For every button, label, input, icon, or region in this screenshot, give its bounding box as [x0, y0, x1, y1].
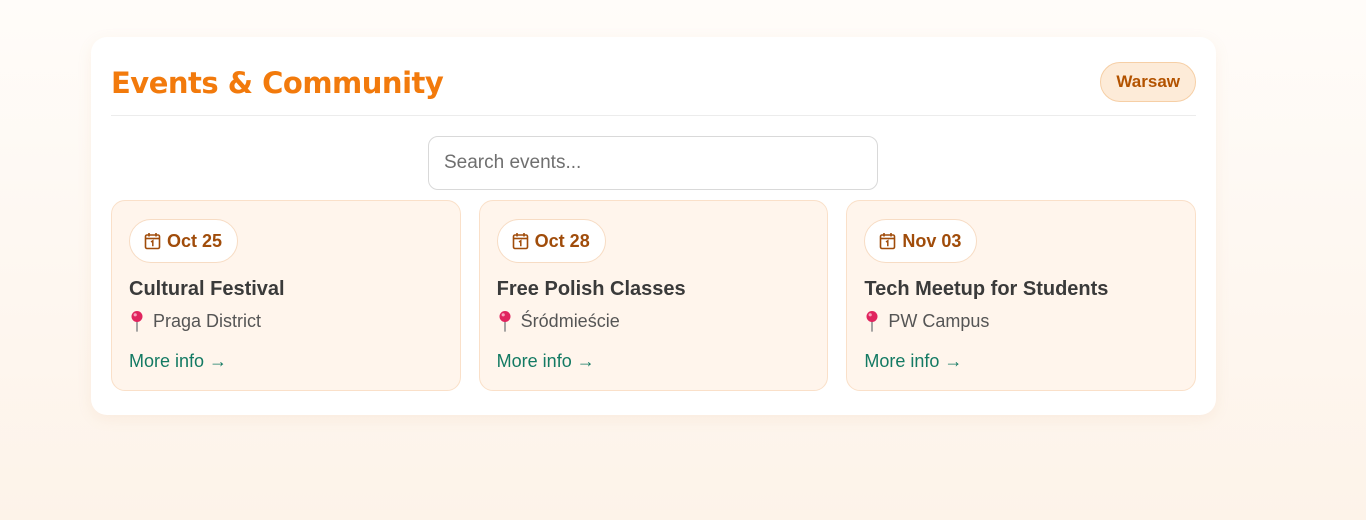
round-pushpin-icon: [866, 311, 878, 332]
event-card: Oct 25 Cultural Festival Praga District …: [111, 200, 461, 391]
event-title: Tech Meetup for Students: [864, 278, 1109, 300]
date-chip: Nov 03: [864, 219, 978, 263]
page-title: Events & Community: [111, 66, 444, 100]
round-pushpin-icon: [131, 311, 143, 332]
more-info-link[interactable]: More info →: [129, 351, 227, 372]
calendar-icon: [144, 233, 161, 250]
event-location: PW Campus: [864, 310, 989, 332]
event-date: Oct 28: [534, 230, 590, 251]
event-location-label: PW Campus: [888, 310, 990, 331]
event-date: Nov 03: [902, 230, 962, 251]
event-title: Free Polish Classes: [496, 278, 686, 300]
city-badge[interactable]: Warsaw: [1100, 62, 1196, 102]
event-cards: Oct 25 Cultural Festival Praga District …: [111, 200, 1197, 391]
panel-header: Events & Community Warsaw: [111, 37, 1196, 116]
events-panel: Events & Community Warsaw Oct 25 Cultura…: [91, 37, 1216, 415]
event-card: Oct 28 Free Polish Classes Śródmieście M…: [478, 200, 829, 391]
more-info-link[interactable]: More info →: [864, 351, 962, 372]
event-location: Śródmieście: [497, 310, 620, 332]
calendar-icon: [880, 233, 896, 250]
round-pushpin-icon: [499, 311, 511, 332]
date-chip: Oct 28: [496, 219, 606, 263]
event-location-label: Praga District: [153, 310, 262, 331]
calendar-icon: [512, 233, 528, 250]
event-location: Praga District: [129, 310, 261, 332]
event-date: Oct 25: [167, 230, 223, 251]
event-card: Nov 03 Tech Meetup for Students PW Campu…: [846, 200, 1197, 391]
date-chip: Oct 25: [129, 219, 239, 263]
event-location-label: Śródmieście: [520, 310, 620, 331]
search-input[interactable]: [428, 136, 878, 190]
event-title: Cultural Festival: [129, 278, 285, 300]
more-info-link[interactable]: More info →: [497, 351, 595, 372]
